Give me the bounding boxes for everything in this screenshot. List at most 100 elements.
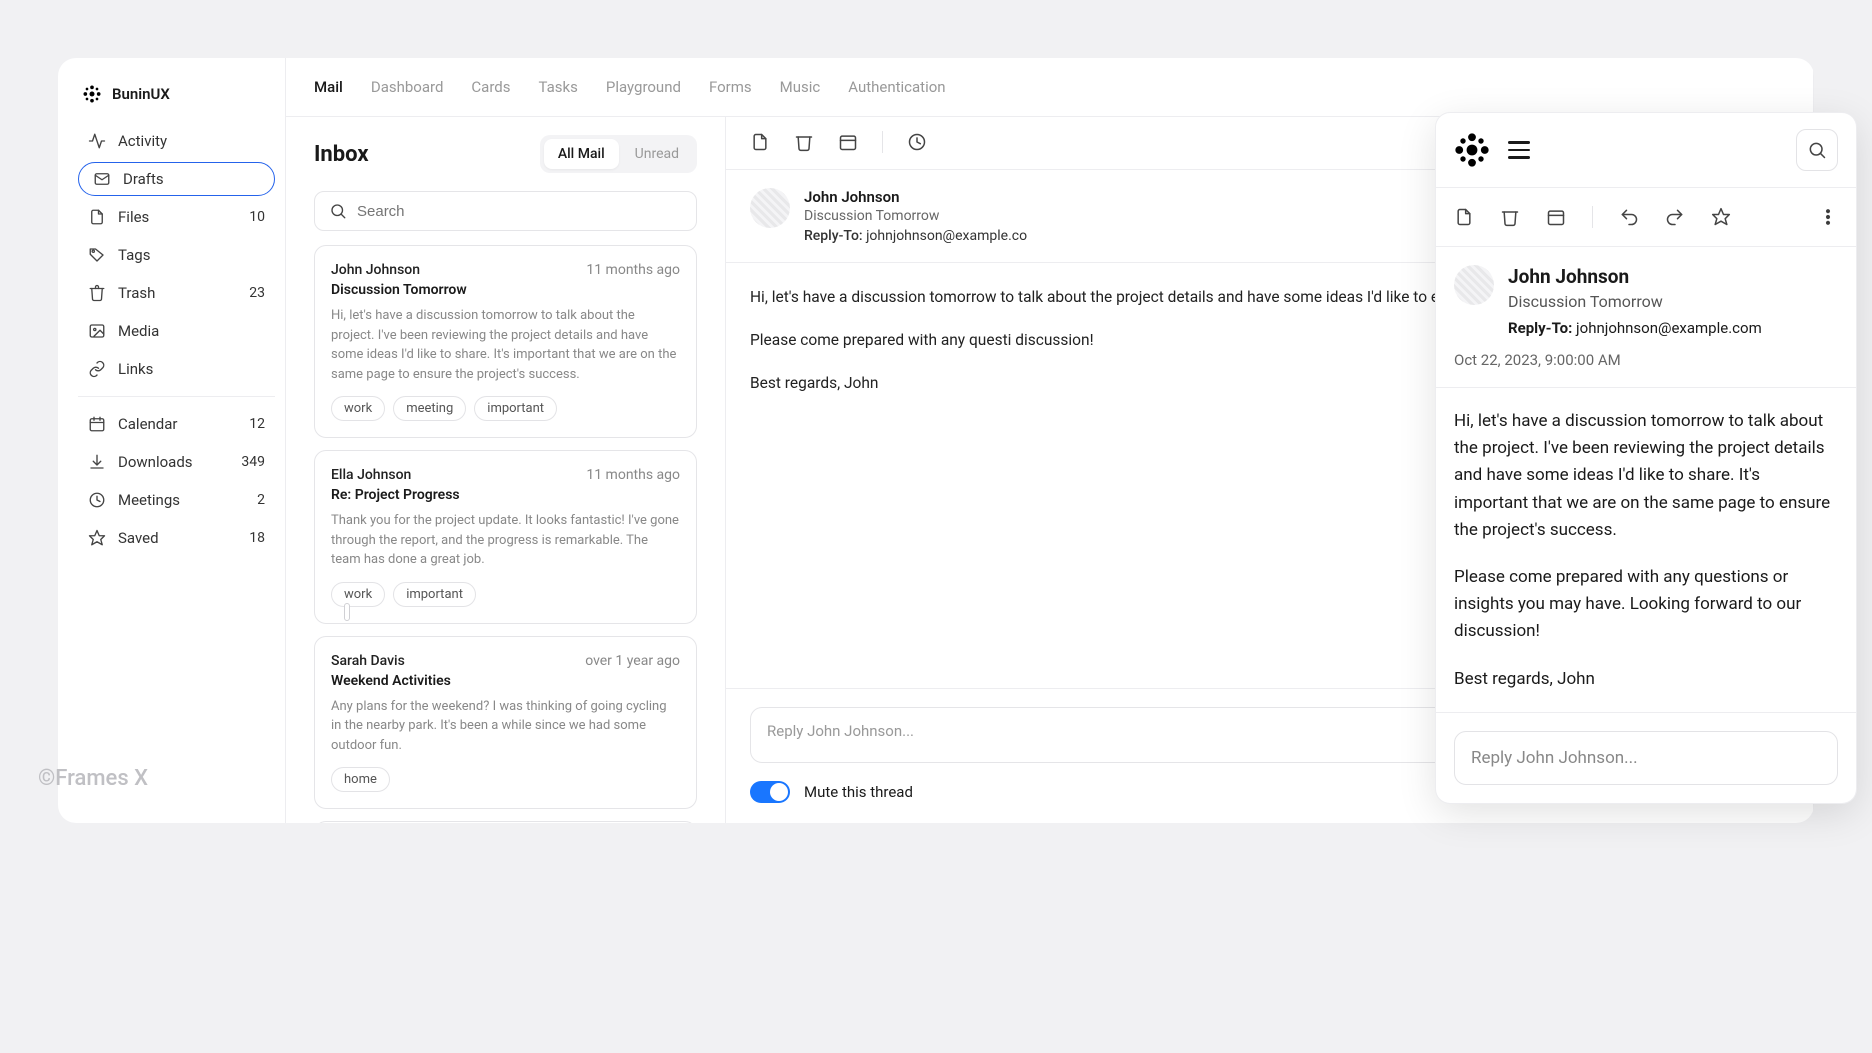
- reading-from: John Johnson: [804, 188, 1027, 206]
- filter-segment: All Mail Unread: [540, 135, 697, 173]
- sidebar-count: 2: [257, 492, 265, 508]
- sidebar-item-label: Files: [118, 208, 149, 226]
- overlay-from: John Johnson: [1508, 265, 1762, 288]
- tag-icon: [88, 246, 106, 264]
- sidebar-item-media[interactable]: Media: [78, 314, 275, 348]
- overlay-subject: Discussion Tomorrow: [1508, 292, 1762, 311]
- sidebar-item-links[interactable]: Links: [78, 352, 275, 386]
- delete-icon[interactable]: [794, 132, 814, 152]
- sidebar-separator: [78, 396, 275, 397]
- redo-icon[interactable]: [1665, 207, 1685, 227]
- tab-cards[interactable]: Cards: [471, 78, 510, 96]
- archive-icon[interactable]: [750, 132, 770, 152]
- sidebar-count: 18: [249, 530, 265, 546]
- message-tag: important: [474, 396, 557, 421]
- sidebar-item-label: Drafts: [123, 170, 164, 188]
- link-icon: [88, 360, 106, 378]
- more-icon[interactable]: [1818, 207, 1838, 227]
- sidebar-item-trash[interactable]: Trash 23: [78, 276, 275, 310]
- tab-forms[interactable]: Forms: [709, 78, 752, 96]
- sidebar-item-label: Media: [118, 322, 159, 340]
- search-icon: [329, 202, 347, 220]
- sidebar-item-meetings[interactable]: Meetings 2: [78, 483, 275, 517]
- image-icon: [88, 322, 106, 340]
- message-tag: work: [331, 396, 385, 421]
- sidebar-item-label: Saved: [118, 529, 159, 547]
- overlay-reply-to: Reply-To: johnjohnson@example.com: [1508, 319, 1762, 337]
- menu-icon[interactable]: [1508, 141, 1530, 159]
- search-input[interactable]: [357, 203, 682, 220]
- delete-icon[interactable]: [1500, 207, 1520, 227]
- sidebar-item-files[interactable]: Files 10: [78, 200, 275, 234]
- overlay-reply-input[interactable]: Reply John Johnson...: [1454, 731, 1838, 785]
- avatar: [1454, 265, 1494, 305]
- message-tag: home: [331, 767, 390, 792]
- inbox-list: Inbox All Mail Unread John Johnson: [286, 117, 726, 823]
- reading-reply-to: Reply-To: johnjohnson@example.co: [804, 228, 1027, 244]
- activity-icon: [88, 132, 106, 150]
- pane-resize-handle[interactable]: [344, 603, 350, 621]
- overlay-top: [1436, 113, 1856, 188]
- toolbar-separator: [882, 131, 883, 153]
- sidebar-item-saved[interactable]: Saved 18: [78, 521, 275, 555]
- archive-icon[interactable]: [1454, 207, 1474, 227]
- topnav: Mail Dashboard Cards Tasks Playground Fo…: [286, 58, 1813, 117]
- sidebar-count: 10: [249, 209, 265, 225]
- schedule-icon[interactable]: [1546, 207, 1566, 227]
- undo-icon[interactable]: [1619, 207, 1639, 227]
- star-icon: [88, 529, 106, 547]
- sidebar-item-downloads[interactable]: Downloads 349: [78, 445, 275, 479]
- tab-dashboard[interactable]: Dashboard: [371, 78, 444, 96]
- sidebar-item-activity[interactable]: Activity: [78, 124, 275, 158]
- sidebar-count: 349: [241, 454, 265, 470]
- snooze-icon[interactable]: [907, 132, 927, 152]
- message-tag: work: [331, 582, 385, 607]
- brand-logo-icon: [82, 84, 102, 104]
- mail-icon: [93, 170, 111, 188]
- tab-authentication[interactable]: Authentication: [848, 78, 945, 96]
- message-item[interactable]: John Johnson 11 months ago Discussion To…: [314, 245, 697, 438]
- filter-unread[interactable]: Unread: [621, 139, 693, 169]
- filter-all[interactable]: All Mail: [544, 139, 619, 169]
- clock-icon: [88, 491, 106, 509]
- watermark: ©Frames X: [38, 766, 148, 791]
- reading-subject: Discussion Tomorrow: [804, 208, 1027, 224]
- message-item[interactable]: Ella Johnson 11 months ago Re: Project P…: [314, 450, 697, 624]
- tab-tasks[interactable]: Tasks: [538, 78, 577, 96]
- overlay-header: John Johnson Discussion Tomorrow Reply-T…: [1436, 247, 1856, 337]
- tab-playground[interactable]: Playground: [606, 78, 681, 96]
- message-preview: Any plans for the weekend? I was thinkin…: [331, 697, 680, 756]
- search-input-wrapper[interactable]: [314, 191, 697, 231]
- message-time: 11 months ago: [586, 467, 680, 483]
- sidebar-item-label: Tags: [118, 246, 150, 264]
- message-preview: Thank you for the project update. It loo…: [331, 511, 680, 570]
- sidebar-item-label: Links: [118, 360, 153, 378]
- overlay-date: Oct 22, 2023, 9:00:00 AM: [1436, 351, 1856, 388]
- search-icon: [1807, 140, 1827, 160]
- star-icon[interactable]: [1711, 207, 1731, 227]
- message-tag: important: [393, 582, 476, 607]
- message-item[interactable]: Sarah Davis over 1 year ago Weekend Acti…: [314, 636, 697, 810]
- tab-music[interactable]: Music: [780, 78, 821, 96]
- tab-mail[interactable]: Mail: [314, 78, 343, 96]
- sidebar-item-tags[interactable]: Tags: [78, 238, 275, 272]
- sidebar-item-label: Meetings: [118, 491, 180, 509]
- mute-toggle[interactable]: [750, 781, 790, 803]
- overlay-search-button[interactable]: [1796, 129, 1838, 171]
- message-subject: Re: Project Progress: [331, 487, 680, 503]
- toolbar-separator: [1592, 206, 1593, 228]
- mute-label: Mute this thread: [804, 783, 913, 801]
- overlay-logo-icon: [1454, 132, 1490, 168]
- sidebar-count: 12: [249, 416, 265, 432]
- sidebar-item-calendar[interactable]: Calendar 12: [78, 407, 275, 441]
- sidebar-item-drafts[interactable]: Drafts: [78, 162, 275, 196]
- message-item[interactable]: Oliver Brown over 1 year ago Re: Inquiry…: [314, 821, 697, 823]
- message-time: 11 months ago: [586, 262, 680, 278]
- message-from: Ella Johnson: [331, 467, 411, 483]
- sidebar-item-label: Calendar: [118, 415, 178, 433]
- avatar: [750, 188, 790, 228]
- sidebar-item-label: Downloads: [118, 453, 193, 471]
- message-from: John Johnson: [331, 262, 420, 278]
- sidebar-count: 23: [249, 285, 265, 301]
- schedule-icon[interactable]: [838, 132, 858, 152]
